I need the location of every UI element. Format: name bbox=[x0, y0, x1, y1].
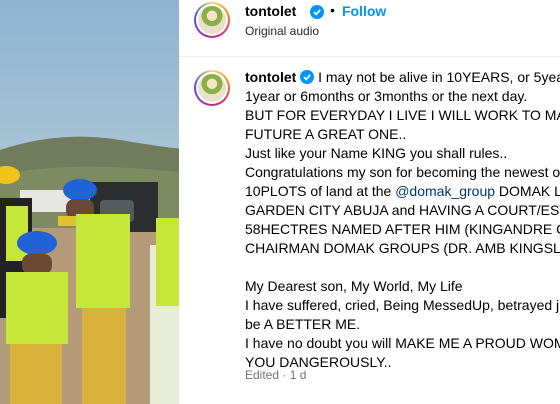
author-username[interactable]: tontolet bbox=[245, 3, 296, 19]
post-panel: tontolet • Follow Original audio tontole… bbox=[179, 0, 560, 404]
caption-avatar[interactable] bbox=[194, 70, 230, 106]
header-separator: • bbox=[330, 2, 335, 18]
caption-line: 58HECTRES NAMED AFTER HIM (KINGANDRE COU bbox=[245, 221, 560, 237]
caption-line: CHAIRMAN DOMAK GROUPS (DR. AMB KINGSLEY bbox=[245, 240, 560, 256]
caption: tontolet I may not be alive in 10YEARS, … bbox=[245, 68, 560, 372]
post-header: tontolet • Follow Original audio bbox=[179, 0, 560, 57]
follow-button[interactable]: Follow bbox=[342, 3, 386, 19]
caption-line: FUTURE A GREAT ONE.. bbox=[245, 126, 407, 142]
caption-line: My Dearest son, My World, My Life bbox=[245, 278, 463, 294]
caption-line: Just like your Name KING you shall rules… bbox=[245, 145, 508, 161]
verified-badge-icon bbox=[300, 70, 315, 84]
mention-link[interactable]: @domak_group bbox=[395, 183, 495, 199]
caption-line: I have no doubt you will MAKE ME A PROUD… bbox=[245, 335, 560, 351]
video-frame bbox=[0, 0, 179, 404]
original-audio-link[interactable]: Original audio bbox=[245, 24, 319, 38]
caption-line: be A BETTER ME. bbox=[245, 316, 361, 332]
caption-line: 10PLOTS of land at the @domak_group DOMA… bbox=[245, 182, 560, 201]
caption-line bbox=[245, 258, 560, 277]
caption-username[interactable]: tontolet bbox=[245, 69, 296, 85]
caption-text: 10PLOTS of land at the bbox=[245, 183, 392, 199]
caption-line: 1year or 6months or 3months or the next … bbox=[245, 88, 528, 104]
caption-text: I may not be alive in 10YEARS, or 5years bbox=[318, 69, 560, 85]
caption-line: GARDEN CITY ABUJA and HAVING A COURT/EST… bbox=[245, 202, 560, 218]
caption-line: I have suffered, cried, Being MessedUp, … bbox=[245, 297, 560, 313]
verified-badge-icon bbox=[310, 5, 324, 19]
caption-line: Congratulations my son for becoming the … bbox=[245, 164, 560, 180]
author-avatar[interactable] bbox=[194, 2, 230, 38]
caption-line: tontolet I may not be alive in 10YEARS, … bbox=[245, 68, 560, 87]
post-video[interactable] bbox=[0, 0, 179, 404]
caption-line: BUT FOR EVERYDAY I LIVE I WILL WORK TO M… bbox=[245, 107, 560, 123]
edited-timestamp: Edited · 1 d bbox=[245, 368, 307, 382]
caption-text: DOMAK LU bbox=[498, 183, 560, 199]
